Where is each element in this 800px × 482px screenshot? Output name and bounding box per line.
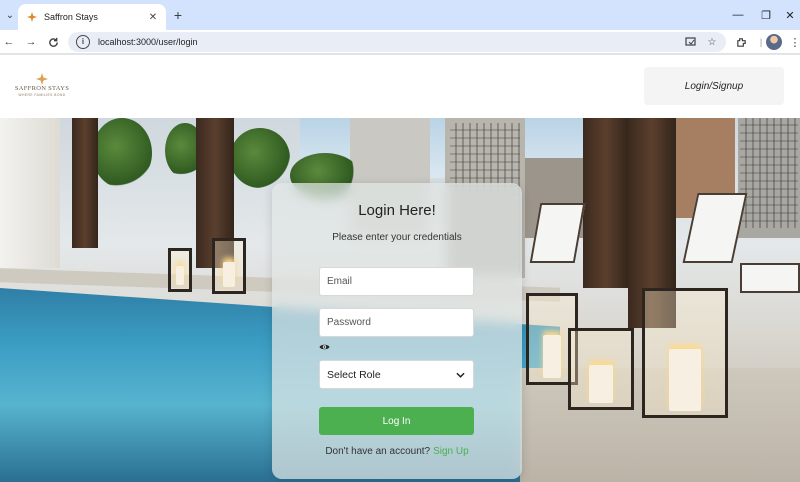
saffron-stays-logo[interactable]: SAFFRON STAYS WHERE FAMILIES BOND (10, 71, 74, 101)
reload-button[interactable] (44, 33, 62, 51)
signup-prompt: Don't have an account? (325, 446, 431, 457)
candle-lantern (168, 248, 192, 292)
password-input[interactable] (319, 308, 474, 337)
wooden-pillar (72, 118, 98, 248)
chevron-down-icon (455, 370, 465, 380)
extensions-icon[interactable] (732, 33, 750, 51)
new-tab-button[interactable]: + (170, 6, 186, 24)
tab-close-icon[interactable]: ✕ (146, 12, 160, 23)
tab-search-chevron-icon[interactable]: ⌄ (2, 5, 18, 25)
show-password-eye-icon[interactable] (319, 343, 330, 351)
building-windows (740, 118, 798, 228)
more-menu-icon[interactable]: ⋮ (786, 33, 800, 51)
wooden-pillar (583, 118, 629, 288)
address-bar[interactable]: i localhost:3000/user/login ☆ (68, 32, 726, 52)
lounge-chair (529, 203, 586, 263)
bookmark-star-icon[interactable]: ☆ (704, 34, 720, 50)
email-input[interactable] (319, 267, 474, 296)
login-button[interactable]: Log In (319, 407, 474, 435)
forward-button[interactable]: → (22, 33, 40, 51)
minimize-button[interactable]: — (724, 5, 752, 25)
login-card: Login Here! Please enter your credential… (272, 183, 522, 479)
role-select[interactable]: Select Role (319, 360, 474, 389)
candle-lantern (212, 238, 246, 294)
back-button[interactable]: ← (0, 33, 18, 51)
site-info-icon[interactable]: i (76, 35, 90, 49)
signup-link[interactable]: Sign Up (433, 446, 469, 457)
potted-plant (230, 128, 290, 188)
browser-tab[interactable]: Saffron Stays ✕ (18, 4, 166, 30)
candle-lantern (568, 328, 634, 410)
login-subtitle: Please enter your credentials (332, 232, 462, 243)
potted-plant (92, 118, 152, 188)
candle-lantern (642, 288, 728, 418)
url-text: localhost:3000/user/login (98, 37, 198, 47)
login-signup-button[interactable]: Login/Signup (644, 67, 784, 105)
cast-icon[interactable] (682, 34, 698, 50)
logo-name: SAFFRON STAYS (14, 85, 70, 92)
logo-tagline: WHERE FAMILIES BOND (18, 93, 66, 97)
reload-icon (48, 37, 58, 47)
browser-toolbar: ← → i localhost:3000/user/login ☆ | ⋮ (0, 30, 800, 54)
site-header: SAFFRON STAYS WHERE FAMILIES BOND Login/… (0, 55, 800, 118)
terrace-wall (0, 118, 60, 268)
signup-row: Don't have an account? Sign Up (272, 446, 522, 457)
browser-tab-strip: ⌄ Saffron Stays ✕ + — ❐ ✕ (0, 0, 800, 30)
lounge-chair (740, 263, 800, 293)
profile-avatar[interactable] (766, 34, 782, 50)
login-title: Login Here! (358, 202, 436, 219)
tab-title: Saffron Stays (44, 12, 98, 22)
saffron-flower-icon (36, 73, 48, 85)
window-close-button[interactable]: ✕ (776, 5, 800, 25)
favicon-icon (26, 11, 38, 23)
role-select-value: Select Role (327, 368, 381, 381)
